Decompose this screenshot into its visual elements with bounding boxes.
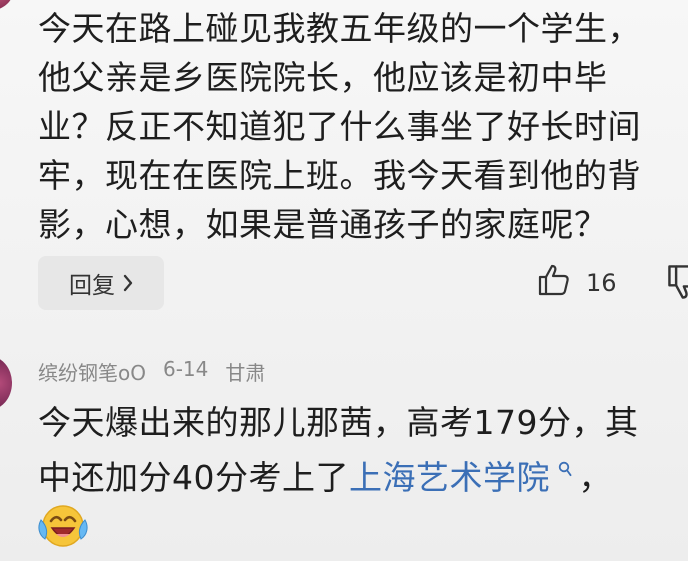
comment-line: 中还加分40分考上了上海艺术学院 ， xyxy=(38,447,639,502)
comment-date: 6-14 xyxy=(162,357,209,381)
reply-label: 回复 xyxy=(69,273,115,299)
comment-text-segment: ， xyxy=(578,458,612,497)
link-text[interactable]: 上海艺术学院 xyxy=(349,458,550,497)
like-button[interactable]: 16 xyxy=(536,262,617,304)
comment-meta: 缤纷钢笔oO 6-14 甘肃 xyxy=(38,357,265,386)
comment-line: 影，心想，如果是普通孩子的家庭呢？ xyxy=(38,205,608,244)
thumbs-down-icon xyxy=(665,265,688,306)
comment-line: 业？反正不知道犯了什么事坐了好长时间 xyxy=(38,107,641,146)
comment-thread-screen: 今天在路上碰见我教五年级的一个学生， 他父亲是乡医院院长，他应该是初中毕 业？反… xyxy=(0,0,688,561)
username[interactable]: 缤纷钢笔oO xyxy=(38,357,146,386)
comment-body: 今天爆出来的那儿那茜，高考179分，其 中还加分40分考上了上海艺术学院 ， xyxy=(38,398,639,502)
comment-line: 他父亲是乡医院院长，他应该是初中毕 xyxy=(38,58,608,97)
avatar[interactable] xyxy=(0,0,14,10)
laughing-crying-emoji-icon xyxy=(38,500,88,550)
like-count: 16 xyxy=(586,269,617,297)
comment-line: 今天爆出来的那儿那茜，高考179分，其 xyxy=(38,403,639,442)
comment-body: 今天在路上碰见我教五年级的一个学生， 他父亲是乡医院院长，他应该是初中毕 业？反… xyxy=(38,4,641,249)
chevron-right-icon xyxy=(123,274,133,292)
dislike-button[interactable] xyxy=(665,262,688,302)
comment-line: 牢，现在在医院上班。我今天看到他的背 xyxy=(38,156,641,195)
reply-button[interactable]: 回复 xyxy=(38,256,164,310)
comment-location: 甘肃 xyxy=(225,361,266,385)
avatar[interactable] xyxy=(0,356,12,410)
comment-line: 今天在路上碰见我教五年级的一个学生， xyxy=(38,9,641,48)
comment-text-segment: 中还加分40分考上了 xyxy=(38,458,349,497)
thumbs-up-icon xyxy=(536,262,572,304)
search-icon xyxy=(552,461,578,482)
search-link[interactable]: 上海艺术学院 xyxy=(349,458,578,497)
